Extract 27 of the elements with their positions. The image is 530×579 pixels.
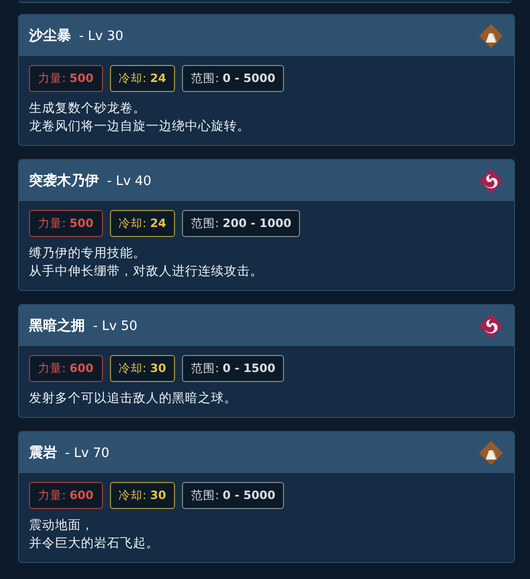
skill-name: 黑暗之拥 [29, 316, 85, 334]
stat-tag: 冷却: 30 [110, 355, 176, 382]
stat-tag: 力量: 600 [29, 482, 103, 509]
skill-level: - Lv 70 [65, 446, 110, 460]
description-text: 生成复数个砂龙卷。 [29, 99, 147, 117]
skill-name: 震岩 [29, 444, 57, 462]
skill-level: - Lv 50 [93, 318, 138, 334]
stat-tag: 力量: 500 [29, 65, 103, 92]
skill-name: 沙尘暴 [29, 26, 71, 44]
description-text: 并令巨大的岩石飞起。 [29, 534, 160, 552]
description-text: 发射多个可以追击敌人的黑暗之球。 [29, 389, 238, 407]
stat-tag: 范围: 200 - 1000 [182, 210, 300, 237]
stat-tag: 力量: 500 [29, 210, 103, 237]
description-text: 从手中伸长绷带，对敌人进行连续攻击。 [29, 262, 264, 280]
description-text: 龙卷风们将一边自旋一边绕中心旋转。 [29, 117, 251, 135]
description-text: 震动地面， [29, 516, 95, 534]
stat-tag: 冷却: 24 [110, 65, 176, 92]
stat-tag: 冷却: 30 [110, 482, 176, 509]
stat-tag: 范围: 0 - 1500 [182, 355, 284, 382]
skill-level: - Lv 40 [107, 174, 152, 188]
skill-level: - Lv 30 [79, 28, 124, 44]
stat-tag: 范围: 0 - 5000 [182, 482, 284, 509]
stat-tag: 冷却: 24 [110, 210, 176, 237]
skill-name: 突袭木乃伊 [29, 172, 99, 190]
stat-tag: 范围: 0 - 5000 [182, 65, 284, 92]
stat-tag: 力量: 600 [29, 355, 103, 382]
description-text: 缚乃伊的专用技能。 [29, 244, 147, 262]
